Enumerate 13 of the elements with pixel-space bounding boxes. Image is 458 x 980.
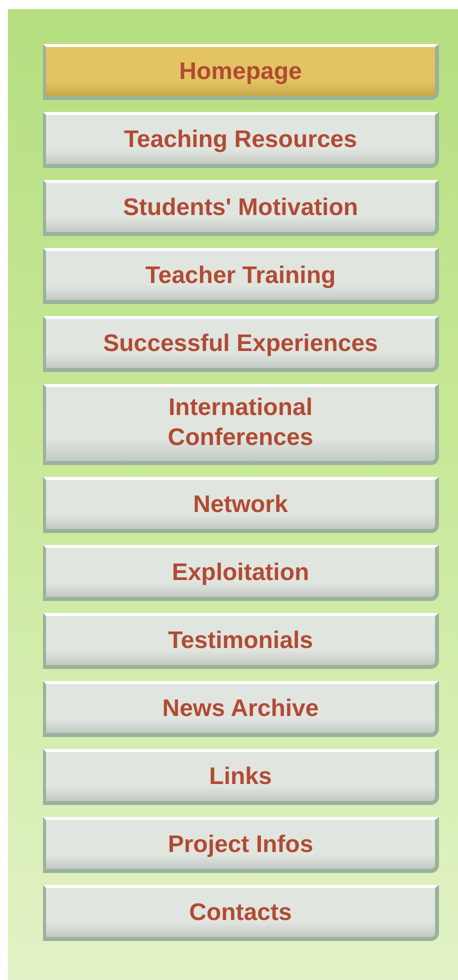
menu-item[interactable]: Network — [43, 477, 439, 533]
menu-item[interactable]: News Archive — [43, 681, 439, 737]
menu-item[interactable]: Homepage — [43, 44, 439, 100]
menu-item[interactable]: Students' Motivation — [43, 180, 439, 236]
menu-item[interactable]: International Conferences — [43, 384, 439, 465]
menu-item[interactable]: Successful Experiences — [43, 316, 439, 372]
menu-item[interactable]: Links — [43, 749, 439, 805]
menu-item[interactable]: Project Infos — [43, 817, 439, 873]
menu-item[interactable]: Testimonials — [43, 613, 439, 669]
menu-item[interactable]: Exploitation — [43, 545, 439, 601]
menu-item[interactable]: Teaching Resources — [43, 112, 439, 168]
menu-item[interactable]: Teacher Training — [43, 248, 439, 304]
menu-item[interactable]: Contacts — [43, 885, 439, 941]
